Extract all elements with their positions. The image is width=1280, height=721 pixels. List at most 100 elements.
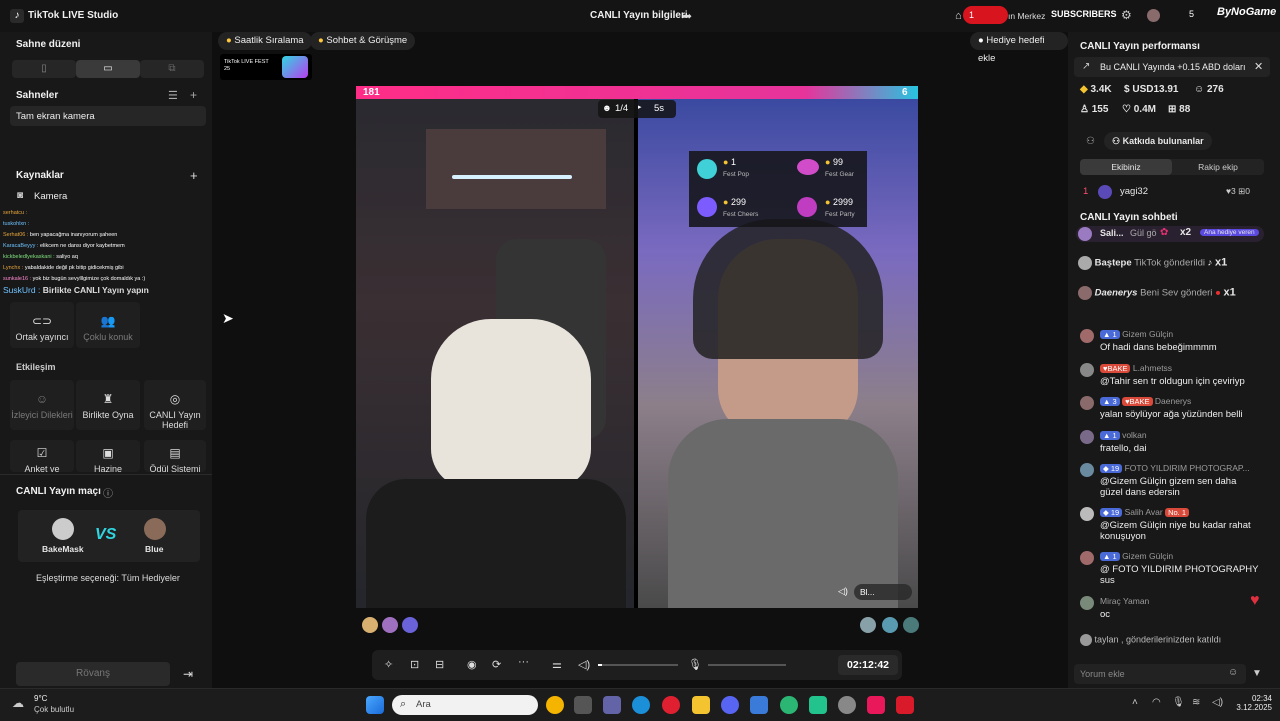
match-option[interactable]: Eşleştirme seçeneği: Tüm Hediyeler <box>36 573 180 583</box>
contributor-avatar[interactable] <box>1098 185 1112 199</box>
mic-slider[interactable] <box>708 664 786 666</box>
reward-button[interactable]: ▤ Ödül Sistemi <box>144 440 206 472</box>
top-garment <box>668 419 898 608</box>
treasure-button[interactable]: ▣ Hazine <box>76 440 140 472</box>
chevron-up-icon[interactable]: ˄ <box>1132 697 1138 708</box>
network-icon[interactable]: ◠ <box>1152 697 1161 708</box>
share-icon[interactable]: ➦ <box>682 9 692 23</box>
weather-icon[interactable]: ☁ <box>12 696 24 710</box>
live-goal-button[interactable]: ◎ CANLI Yayın Hedefi <box>144 380 206 430</box>
add-user-icon[interactable]: ⚇ <box>1086 136 1095 147</box>
chat-icon: ● <box>318 35 324 46</box>
add-scene-icon[interactable]: + <box>190 88 197 102</box>
filter-funnel-icon[interactable]: ▼ <box>1252 668 1262 679</box>
fest-badge: TikTok LIVE FEST 25 <box>220 54 312 80</box>
chrome-icon[interactable] <box>546 696 564 714</box>
viewer-requests-button[interactable]: ☺ İzleyici Dilekleri <box>10 380 74 430</box>
supporter-avatar[interactable] <box>382 617 398 633</box>
tiktok-studio-icon[interactable] <box>867 696 885 714</box>
gift-text: Beni Sev gönderi <box>1140 287 1213 299</box>
exit-icon[interactable]: ⇥ <box>176 662 200 686</box>
gift-icon <box>697 197 717 217</box>
opera-icon[interactable] <box>662 696 680 714</box>
comment-input[interactable]: Yorum ekle ☺ <box>1074 664 1246 684</box>
kick-icon[interactable] <box>809 696 827 714</box>
chat-meet-button[interactable]: ● Sohbet & Görüşme <box>310 32 416 50</box>
supporter-avatar[interactable] <box>882 617 898 633</box>
scene-item-label: Tam ekran kamera <box>16 111 95 122</box>
start-icon[interactable] <box>366 696 384 714</box>
contributor-name[interactable]: yagi32 <box>1120 186 1148 197</box>
mute-icon[interactable]: ◁) <box>838 586 848 597</box>
files-icon[interactable] <box>574 696 592 714</box>
chat-message: ▲ 1 Gizem Gülçin Of hadi dans bebeğimmmm <box>1080 329 1260 353</box>
source-camera[interactable]: Kamera <box>34 191 67 202</box>
gift-label: Fest Cheers <box>723 211 759 218</box>
tab-rival[interactable]: Rakip ekip <box>1172 159 1264 175</box>
chrome-alt-icon[interactable] <box>780 696 798 714</box>
record-icon[interactable]: ◉ <box>467 658 477 671</box>
wifi-icon[interactable]: ≋ <box>1192 697 1200 708</box>
search-box[interactable]: ⌕ Ara <box>392 695 538 715</box>
layout-icon[interactable]: ⊟ <box>435 658 444 671</box>
filter-icon[interactable]: ⊡ <box>410 658 419 671</box>
multi-guest-button[interactable]: 👥 Çoklu konuk <box>76 302 140 348</box>
mic-tray-icon[interactable]: 🎙 <box>1172 697 1185 708</box>
speaker-icon[interactable]: ◁) <box>1212 697 1223 708</box>
match-card[interactable]: BakeMask VS Blue <box>18 510 200 562</box>
scene-item[interactable]: Tam ekran kamera <box>10 106 206 126</box>
teams-icon[interactable] <box>603 696 621 714</box>
list-icon[interactable]: ☰ <box>168 89 178 102</box>
supporter-avatar[interactable] <box>903 617 919 633</box>
clock-date: 3.12.2025 <box>1236 703 1272 712</box>
contributors-button[interactable]: ⚇ Katkıda bulunanlar <box>1104 132 1212 150</box>
play-together-button[interactable]: ♜ Birlikte Oyna <box>76 380 140 430</box>
app-title: TikTok LIVE Studio <box>28 10 119 21</box>
effects-icon[interactable]: ✧ <box>384 658 393 671</box>
emoji-icon[interactable]: ☺ <box>1228 667 1238 678</box>
notification-counter: 1 <box>963 6 1008 24</box>
rotate-icon[interactable]: ⟳ <box>492 658 501 671</box>
edge-icon[interactable] <box>632 696 650 714</box>
cohost-button[interactable]: ⊂⊃ Ortak yayıncı <box>10 302 74 348</box>
hourly-rank-button[interactable]: ● Saatlik Sıralama <box>218 32 312 50</box>
clock[interactable]: 02:34 3.12.2025 <box>1234 694 1272 712</box>
cohost-label: Ortak yayıncı <box>15 332 69 342</box>
subscribers-label: SUBSCRIBERS <box>1051 9 1117 19</box>
round-icon: ☻ <box>602 103 612 114</box>
supporter-avatar[interactable] <box>860 617 876 633</box>
layout-other-button[interactable]: ⧉ <box>140 60 204 78</box>
adjust-icon[interactable]: ⚌ <box>552 658 562 671</box>
add-source-icon[interactable]: + <box>190 168 198 183</box>
contributor-rank: 1 <box>1083 186 1089 197</box>
settings-icon[interactable]: ⚙ <box>1121 8 1132 22</box>
opponent-tag[interactable]: Bl... <box>854 584 912 600</box>
tab-team[interactable]: Ekibiniz <box>1080 159 1172 175</box>
rematch-button[interactable]: Rövanş <box>16 662 170 686</box>
supporter-avatar[interactable] <box>402 617 418 633</box>
left-camera-feed <box>356 99 634 608</box>
mic-icon[interactable]: 🎙 <box>688 658 702 671</box>
volume-icon[interactable]: ◁) <box>578 658 590 671</box>
supporter-avatar[interactable] <box>362 617 378 633</box>
live-center-label[interactable]: ın Merkez <box>1008 11 1045 21</box>
round-indicator: ☻ 1/4 ▸ 5s <box>598 100 676 118</box>
avatar[interactable] <box>1147 9 1160 22</box>
youtube-icon[interactable] <box>896 696 914 714</box>
live-info-title[interactable]: CANLI Yayın bilgileri <box>590 10 688 21</box>
mail-icon[interactable] <box>750 696 768 714</box>
home-icon[interactable]: ⌂ <box>955 10 962 22</box>
app-icon[interactable] <box>838 696 856 714</box>
poll-button[interactable]: ☑ Anket ve <box>10 440 74 472</box>
close-icon[interactable]: ✕ <box>1254 60 1263 73</box>
help-icon[interactable]: ⓘ <box>103 485 113 500</box>
explorer-icon[interactable] <box>692 696 710 714</box>
overlay-chat-line: sunkale16 : yok biz bugün sevylllgimize … <box>3 276 146 282</box>
chat-message: Miraç Yaman oc <box>1080 596 1260 620</box>
discord-icon[interactable] <box>721 696 739 714</box>
volume-slider[interactable] <box>598 664 678 666</box>
layout-landscape-button[interactable]: ▭ <box>76 60 140 78</box>
gift-goal-button[interactable]: ● Hediye hedefi ekle <box>970 32 1068 64</box>
more-icon[interactable]: ··· <box>518 656 529 668</box>
layout-portrait-button[interactable]: ▯ <box>12 60 76 78</box>
